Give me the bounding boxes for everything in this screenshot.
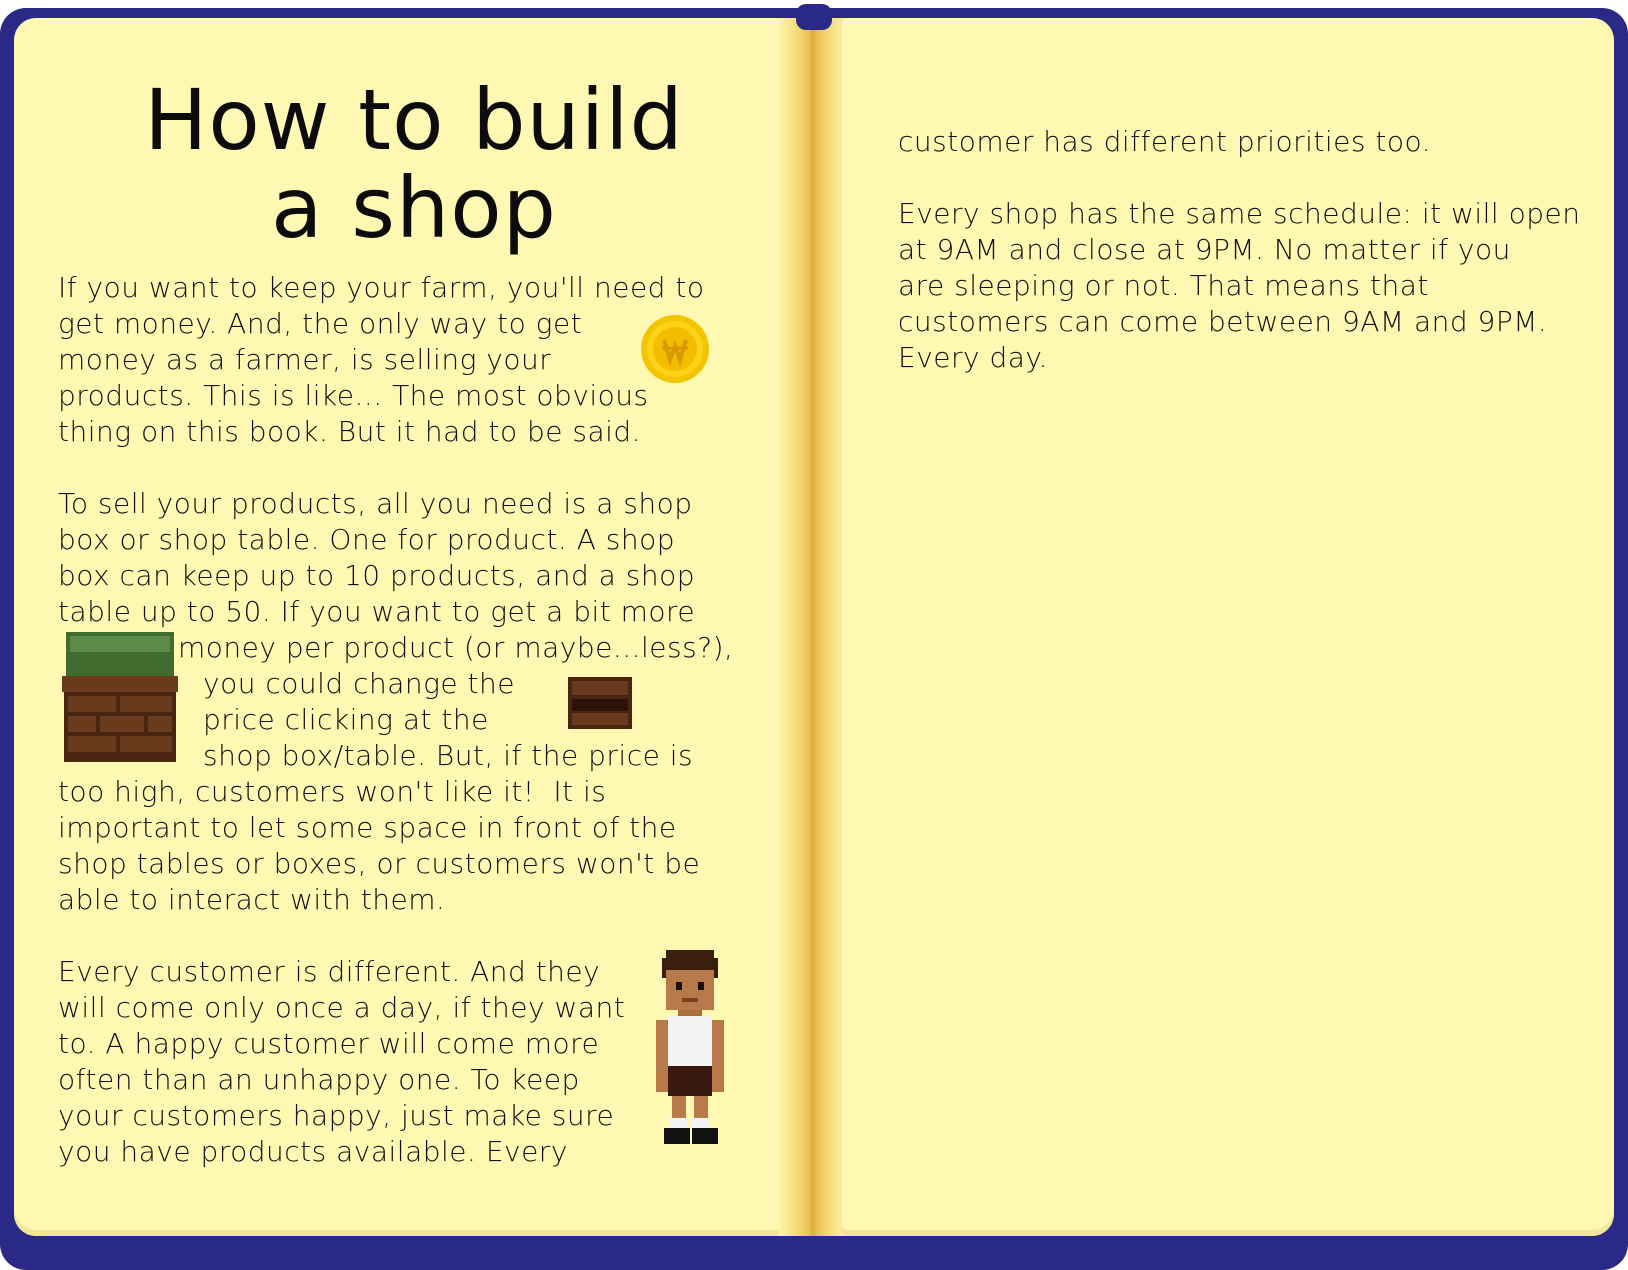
text-line: at 9AM and close at 9PM. No matter if yo… — [898, 233, 1511, 266]
text-line: your customers happy, just make sure — [58, 1099, 615, 1132]
right-page: customer has different priorities too. E… — [842, 18, 1614, 1236]
text-line: shop tables or boxes, or customers won't… — [58, 847, 701, 880]
text-line: often than an unhappy one. To keep — [58, 1063, 580, 1096]
text-line: you have products available. Every — [58, 1135, 568, 1168]
coin-icon — [641, 315, 709, 383]
text-line: Every day. — [898, 341, 1048, 374]
text-line: are sleeping or not. That means that — [898, 269, 1429, 302]
text-line: important to let some space in front of … — [58, 811, 677, 844]
text-line: customers can come between 9AM and 9PM. — [898, 305, 1548, 338]
text-line: too high, customers won't like it! It is — [58, 775, 607, 808]
text-line: Every shop has the same schedule: it wil… — [898, 197, 1581, 230]
text-line: thing on this book. But it had to be sai… — [58, 415, 642, 448]
text-line: box can keep up to 10 products, and a sh… — [58, 559, 695, 592]
page-title: How to build a shop — [74, 76, 754, 252]
title-line-2: a shop — [271, 159, 557, 257]
text-line: box or shop table. One for product. A sh… — [58, 523, 676, 556]
shop-table-icon — [568, 677, 632, 729]
left-paragraph-3: Every customer is different. And they wi… — [58, 954, 625, 1170]
text-line: able to interact with them. — [58, 883, 446, 916]
book-spine — [779, 18, 848, 1236]
right-paragraph-1: customer has different priorities too. — [898, 124, 1431, 160]
title-line-1: How to build — [144, 71, 684, 169]
shop-box-icon — [62, 632, 178, 762]
right-paragraph-2: Every shop has the same schedule: it wil… — [898, 196, 1581, 376]
text-line: customer has different priorities too. — [898, 125, 1431, 158]
text-line: If you want to keep your farm, you'll ne… — [58, 271, 705, 304]
customer-sprite — [656, 950, 724, 1144]
left-paragraph-1: If you want to keep your farm, you'll ne… — [58, 270, 704, 450]
text-line: products. This is like... The most obvio… — [58, 379, 649, 412]
spine-cap-top — [796, 4, 832, 30]
text-line: Every customer is different. And they — [58, 955, 601, 988]
text-line: will come only once a day, if they want — [58, 991, 626, 1024]
text-line: table up to 50. If you want to get a bit… — [58, 595, 696, 628]
text-line: to. A happy customer will come more — [58, 1027, 600, 1060]
text-line: money as a farmer, is selling your — [58, 343, 552, 376]
spine-cap-bottom — [796, 1240, 832, 1266]
text-line: To sell your products, all you need is a… — [58, 487, 693, 520]
text-line: get money. And, the only way to get — [58, 307, 583, 340]
